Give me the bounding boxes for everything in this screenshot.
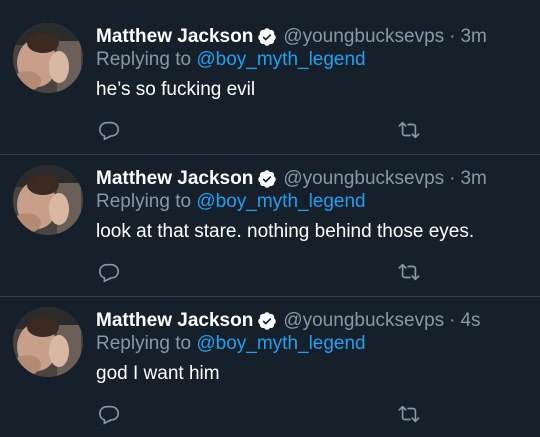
tweet[interactable]: Matthew Jackson @youngbucksevps · 4s Rep… [0,297,540,437]
tweet[interactable]: Matthew Jackson @youngbucksevps · 3m Rep… [0,13,540,155]
retweet-icon[interactable] [398,261,420,283]
replying-to: Replying to @boy_myth_legend [96,191,366,213]
tweet-text: he’s so fucking evil [96,79,256,100]
avatar[interactable] [13,165,83,235]
author-name[interactable]: Matthew Jackson [96,310,253,332]
avatar[interactable] [13,23,83,93]
timestamp[interactable]: 4s [460,310,480,332]
timestamp[interactable]: 3m [460,26,486,48]
author-handle[interactable]: @youngbucksevps [283,310,444,332]
tweet[interactable]: Matthew Jackson @youngbucksevps · 3m Rep… [0,155,540,297]
mention-link[interactable]: @boy_myth_legend [196,333,365,354]
tweet-actions [96,119,436,141]
retweet-icon[interactable] [398,119,420,141]
tweet-thread: Matthew Jackson @youngbucksevps · 3m Rep… [0,0,540,425]
replying-to: Replying to @boy_myth_legend [96,49,366,71]
verified-badge-icon [257,27,277,47]
tweet-header: Matthew Jackson @youngbucksevps · 3m [96,167,487,191]
mention-link[interactable]: @boy_myth_legend [196,49,365,70]
replying-label: Replying to [96,333,192,354]
tweet-text: god I want him [96,363,220,384]
author-name[interactable]: Matthew Jackson [96,26,253,48]
separator-dot: · [449,26,456,47]
verified-badge-icon [257,311,277,331]
tweet-text: look at that stare. nothing behind those… [96,221,475,242]
mention-link[interactable]: @boy_myth_legend [196,191,365,212]
reply-icon[interactable] [98,261,120,283]
separator-dot: · [449,168,456,189]
separator-dot: · [449,310,456,331]
replying-label: Replying to [96,49,192,70]
replying-to: Replying to @boy_myth_legend [96,333,366,355]
timestamp[interactable]: 3m [460,168,486,190]
replying-label: Replying to [96,191,192,212]
tweet-actions [96,261,436,283]
verified-badge-icon [257,169,277,189]
reply-icon[interactable] [98,119,120,141]
avatar[interactable] [13,307,83,377]
author-handle[interactable]: @youngbucksevps [283,26,444,48]
tweet-header: Matthew Jackson @youngbucksevps · 4s [96,309,481,333]
tweet-header: Matthew Jackson @youngbucksevps · 3m [96,25,487,49]
author-name[interactable]: Matthew Jackson [96,168,253,190]
author-handle[interactable]: @youngbucksevps [283,168,444,190]
